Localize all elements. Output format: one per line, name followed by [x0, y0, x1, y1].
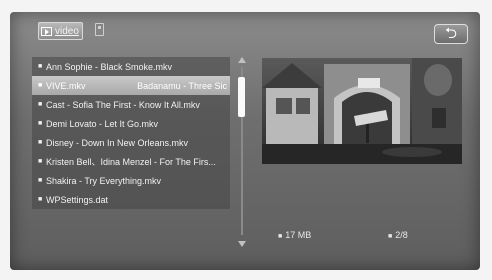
list-item-selected[interactable]: ■ VIVE.mkv Badanamu - Three Sic	[32, 76, 230, 95]
list-item[interactable]: ■ Ann Sophie - Black Smoke.mkv	[32, 57, 230, 76]
bullet-icon: ■	[38, 82, 43, 89]
file-name: Disney - Down In New Orleans.mkv	[46, 137, 189, 148]
video-icon	[41, 26, 52, 36]
file-name: WPSettings.dat	[46, 194, 109, 205]
bullet-icon: ■	[38, 139, 43, 146]
file-name: Shakira - Try Everything.mkv	[46, 175, 162, 186]
file-size-value: 17 MB	[285, 230, 312, 240]
sd-card-icon[interactable]	[95, 23, 104, 36]
file-name: VIVE.mkv	[46, 80, 86, 91]
scrolling-title: Badanamu - Three Sic	[137, 80, 227, 91]
tab-video-label: video	[55, 25, 79, 37]
list-item[interactable]: ■ Disney - Down In New Orleans.mkv	[32, 133, 230, 152]
file-name: Demi Lovato - Let It Go.mkv	[46, 118, 159, 129]
scrollbar[interactable]	[237, 57, 247, 247]
file-name: Cast - Sofia The First - Know It All.mkv	[46, 99, 200, 110]
video-preview[interactable]	[262, 58, 462, 164]
bullet-icon: ■	[38, 158, 43, 165]
scroll-up-arrow-icon[interactable]	[238, 57, 246, 63]
list-item[interactable]: ■ Kristen Bell、Idina Menzel - For The Fi…	[32, 152, 230, 171]
scroll-thumb[interactable]	[238, 77, 245, 117]
bullet-icon: ■	[38, 63, 43, 70]
list-item[interactable]: ■ Cast - Sofia The First - Know It All.m…	[32, 95, 230, 114]
file-name: Kristen Bell、Idina Menzel - For The Firs…	[46, 157, 216, 167]
file-position-value: 2/8	[395, 230, 408, 240]
top-bar: video ⮌	[10, 12, 480, 48]
list-item[interactable]: ■ Shakira - Try Everything.mkv	[32, 171, 230, 190]
bullet-icon: ■	[38, 177, 43, 184]
back-arrow-icon: ⮌	[444, 25, 457, 42]
list-item[interactable]: ■ Demi Lovato - Let It Go.mkv	[32, 114, 230, 133]
bullet-icon: ■	[38, 196, 43, 203]
file-list: ■ Ann Sophie - Black Smoke.mkv ■ VIVE.mk…	[32, 57, 230, 209]
back-button[interactable]: ⮌	[434, 24, 468, 44]
file-name: Ann Sophie - Black Smoke.mkv	[46, 61, 173, 72]
bullet-icon: ■	[38, 101, 43, 108]
preview-scene-image	[262, 58, 462, 164]
file-size: ■ 17 MB	[278, 230, 311, 240]
tab-video[interactable]: video	[38, 22, 83, 40]
bullet-icon: ■	[278, 233, 283, 240]
media-player-screen: video ⮌ ■ Ann Sophie - Black Smoke.mkv ■…	[10, 12, 480, 270]
list-item[interactable]: ■ WPSettings.dat	[32, 190, 230, 209]
bullet-icon: ■	[38, 120, 43, 127]
file-position: ■ 2/8	[388, 230, 408, 240]
scroll-down-arrow-icon[interactable]	[238, 241, 246, 247]
bullet-icon: ■	[388, 233, 393, 240]
